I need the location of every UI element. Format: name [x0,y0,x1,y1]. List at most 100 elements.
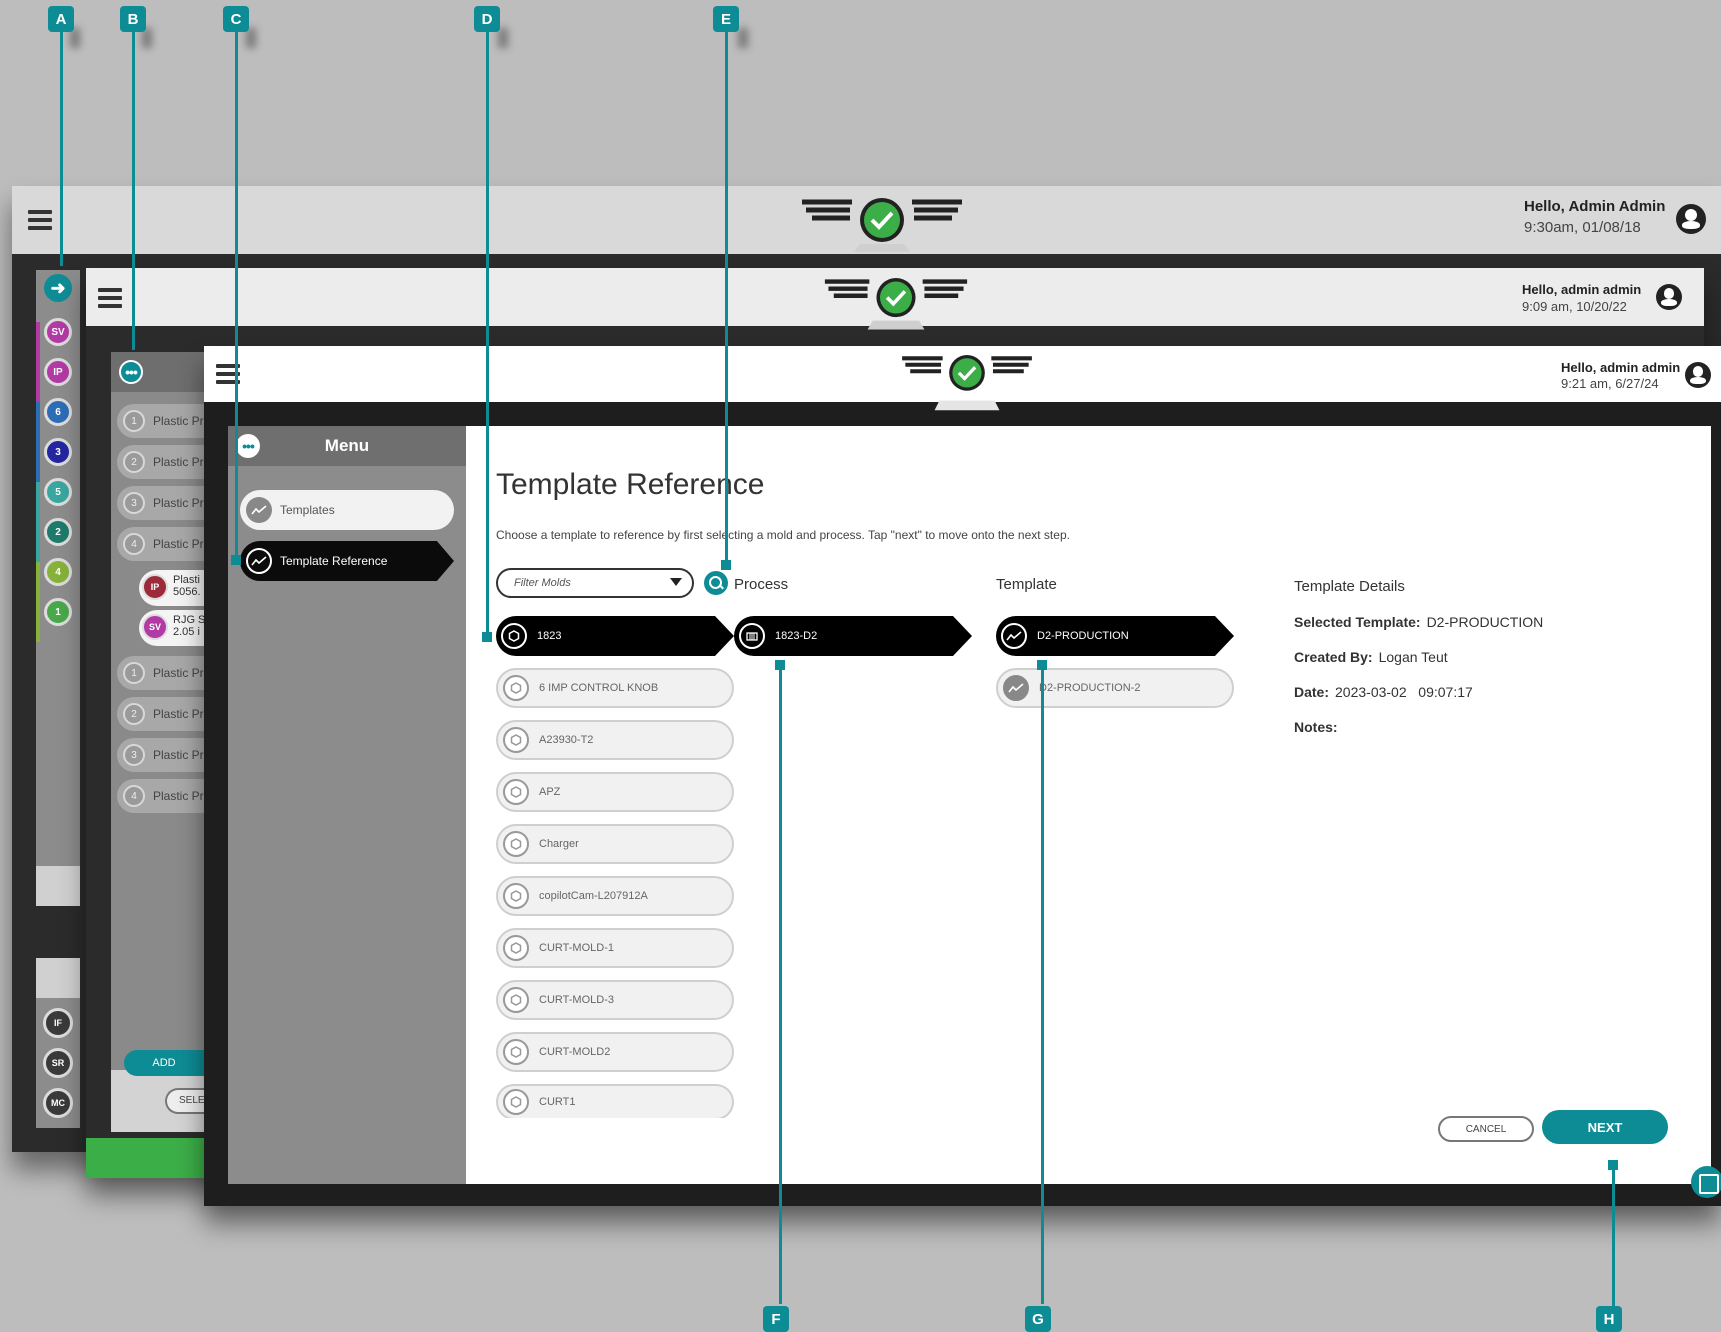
list-item[interactable]: 3 Plastic Pr [117,486,211,520]
user-greeting: Hello, admin admin 9:09 am, 10/20/22 [1522,282,1641,314]
app-logo [902,355,1032,411]
side-menu: ••• Menu Templates Template Reference [228,426,466,1184]
item-number: 4 [123,533,145,555]
item-label: Plastic Pr [153,455,204,469]
sub-item-line: RJG S [173,614,206,626]
detail-label: Selected Template: [1294,614,1421,630]
menu-item-label: Template Reference [280,554,388,568]
menu-item-templates[interactable]: Templates [240,490,454,530]
fullscreen-icon[interactable] [1691,1166,1721,1198]
item-label: Plastic Pr [153,666,204,680]
mold-item[interactable]: 6 IMP CONTROL KNOB [496,668,734,708]
mold-icon [503,779,529,805]
greeting-text: Hello, Admin Admin [1524,198,1666,215]
list-item[interactable]: 2 Plastic Pr [117,697,211,731]
mold-item[interactable]: CURT-MOLD-3 [496,980,734,1020]
mold-item[interactable]: copilotCam-L207912A [496,876,734,916]
middle-side-panel: ••• 1 Plastic Pr 2 Plastic Pr 3 Plastic Pr … [111,352,211,1132]
rail-badge[interactable]: 5 [44,478,72,506]
process-item[interactable]: 1823-D2 [734,616,972,656]
user-account-icon[interactable] [1676,204,1706,234]
chart-line-icon [246,497,272,523]
item-number: 2 [123,703,145,725]
mold-icon [501,623,527,649]
mold-item[interactable]: CURT1 [496,1084,734,1118]
menu-item-template-reference[interactable]: Template Reference [240,541,454,581]
item-label: Plastic Pr [153,496,204,510]
callout-c: C [223,6,249,32]
rail-badge[interactable]: MC [43,1088,73,1118]
template-label: D2-PRODUCTION-2 [1039,682,1141,694]
mold-item[interactable]: 1823 [496,616,734,656]
rail-badge[interactable]: 4 [44,558,72,586]
menu-title: Menu [324,436,370,455]
rail-badge[interactable]: SV [44,318,72,346]
mold-item[interactable]: A23930-T2 [496,720,734,760]
detail-created-by: Created By: Logan Teut [1294,649,1448,665]
status-bar [86,1138,206,1178]
list-item[interactable]: 4 Plastic Pr [117,527,211,561]
item-label: Plastic Pr [153,707,204,721]
user-account-icon[interactable] [1685,362,1711,388]
list-item[interactable]: 1 Plastic Pr [117,404,211,438]
rail-badge[interactable]: 2 [44,518,72,546]
arrow-right-icon[interactable]: ➜ [44,274,72,302]
item-label: Plastic Pr [153,414,204,428]
rail-badge[interactable]: SR [43,1048,73,1078]
hamburger-menu-icon[interactable] [98,288,122,308]
list-item[interactable]: 2 Plastic Pr [117,445,211,479]
mold-item[interactable]: CURT-MOLD-1 [496,928,734,968]
rail-badge[interactable]: 1 [44,598,72,626]
rail-badge[interactable]: IP [44,358,72,386]
mold-label: 6 IMP CONTROL KNOB [539,682,659,694]
mold-icon [503,675,529,701]
rail-badge[interactable]: IF [43,1008,73,1038]
detail-date: Date: 2023-03-02 09:07:17 [1294,684,1473,700]
mold-label: CURT-MOLD2 [539,1046,611,1058]
sub-list-item[interactable]: IP Plasti 5056. [139,570,211,606]
user-account-icon[interactable] [1656,284,1682,310]
process-label: 1823-D2 [775,630,818,642]
sub-list-item[interactable]: SV RJG S 2.05 i [139,610,211,646]
filter-icon[interactable] [670,578,682,586]
detail-value: Logan Teut [1378,649,1448,665]
callout-h: H [1596,1306,1622,1332]
detail-value: D2-PRODUCTION [1426,614,1544,630]
mold-label: CURT-MOLD-3 [539,994,614,1006]
more-options-icon[interactable]: ••• [119,360,143,384]
mold-icon [503,935,529,961]
next-button[interactable]: NEXT [1542,1110,1668,1144]
list-item[interactable]: 4 Plastic Pr [117,779,211,813]
rail-badge[interactable]: 6 [44,398,72,426]
template-item[interactable]: D2-PRODUCTION [996,616,1234,656]
item-number: 2 [123,451,145,473]
callout-d: D [474,6,500,32]
item-number: 1 [123,410,145,432]
sub-item-line: 5056. [173,586,201,598]
mold-item[interactable]: CURT-MOLD2 [496,1032,734,1072]
cancel-button[interactable]: CANCEL [1438,1116,1534,1142]
mold-item[interactable]: Charger [496,824,734,864]
hamburger-menu-icon[interactable] [28,210,52,230]
search-icon[interactable] [704,571,728,595]
mold-item[interactable]: APZ [496,772,734,812]
mold-icon [503,883,529,909]
greeting-text: Hello, admin admin [1561,360,1681,375]
sv-badge: SV [142,614,168,640]
filter-placeholder: Filter Molds [514,577,571,589]
rail-badge[interactable]: 3 [44,438,72,466]
list-item[interactable]: 3 Plastic Pr [117,738,211,772]
filter-molds-input[interactable]: Filter Molds [496,568,694,598]
timestamp: 9:21 am, 6/27/24 [1561,376,1659,391]
item-number: 3 [123,744,145,766]
template-item[interactable]: D2-PRODUCTION-2 [996,668,1234,708]
item-label: Plastic Pr [153,748,204,762]
item-label: Plastic Pr [153,789,204,803]
menu-item-label: Templates [280,503,335,517]
app-logo [824,278,968,330]
add-button[interactable]: ADD [124,1050,204,1076]
list-item[interactable]: 1 Plastic Pr [117,656,211,690]
process-header: Process [734,576,789,593]
page-subtitle: Choose a template to reference by first … [496,528,1070,542]
template-details-header: Template Details [1294,578,1405,595]
